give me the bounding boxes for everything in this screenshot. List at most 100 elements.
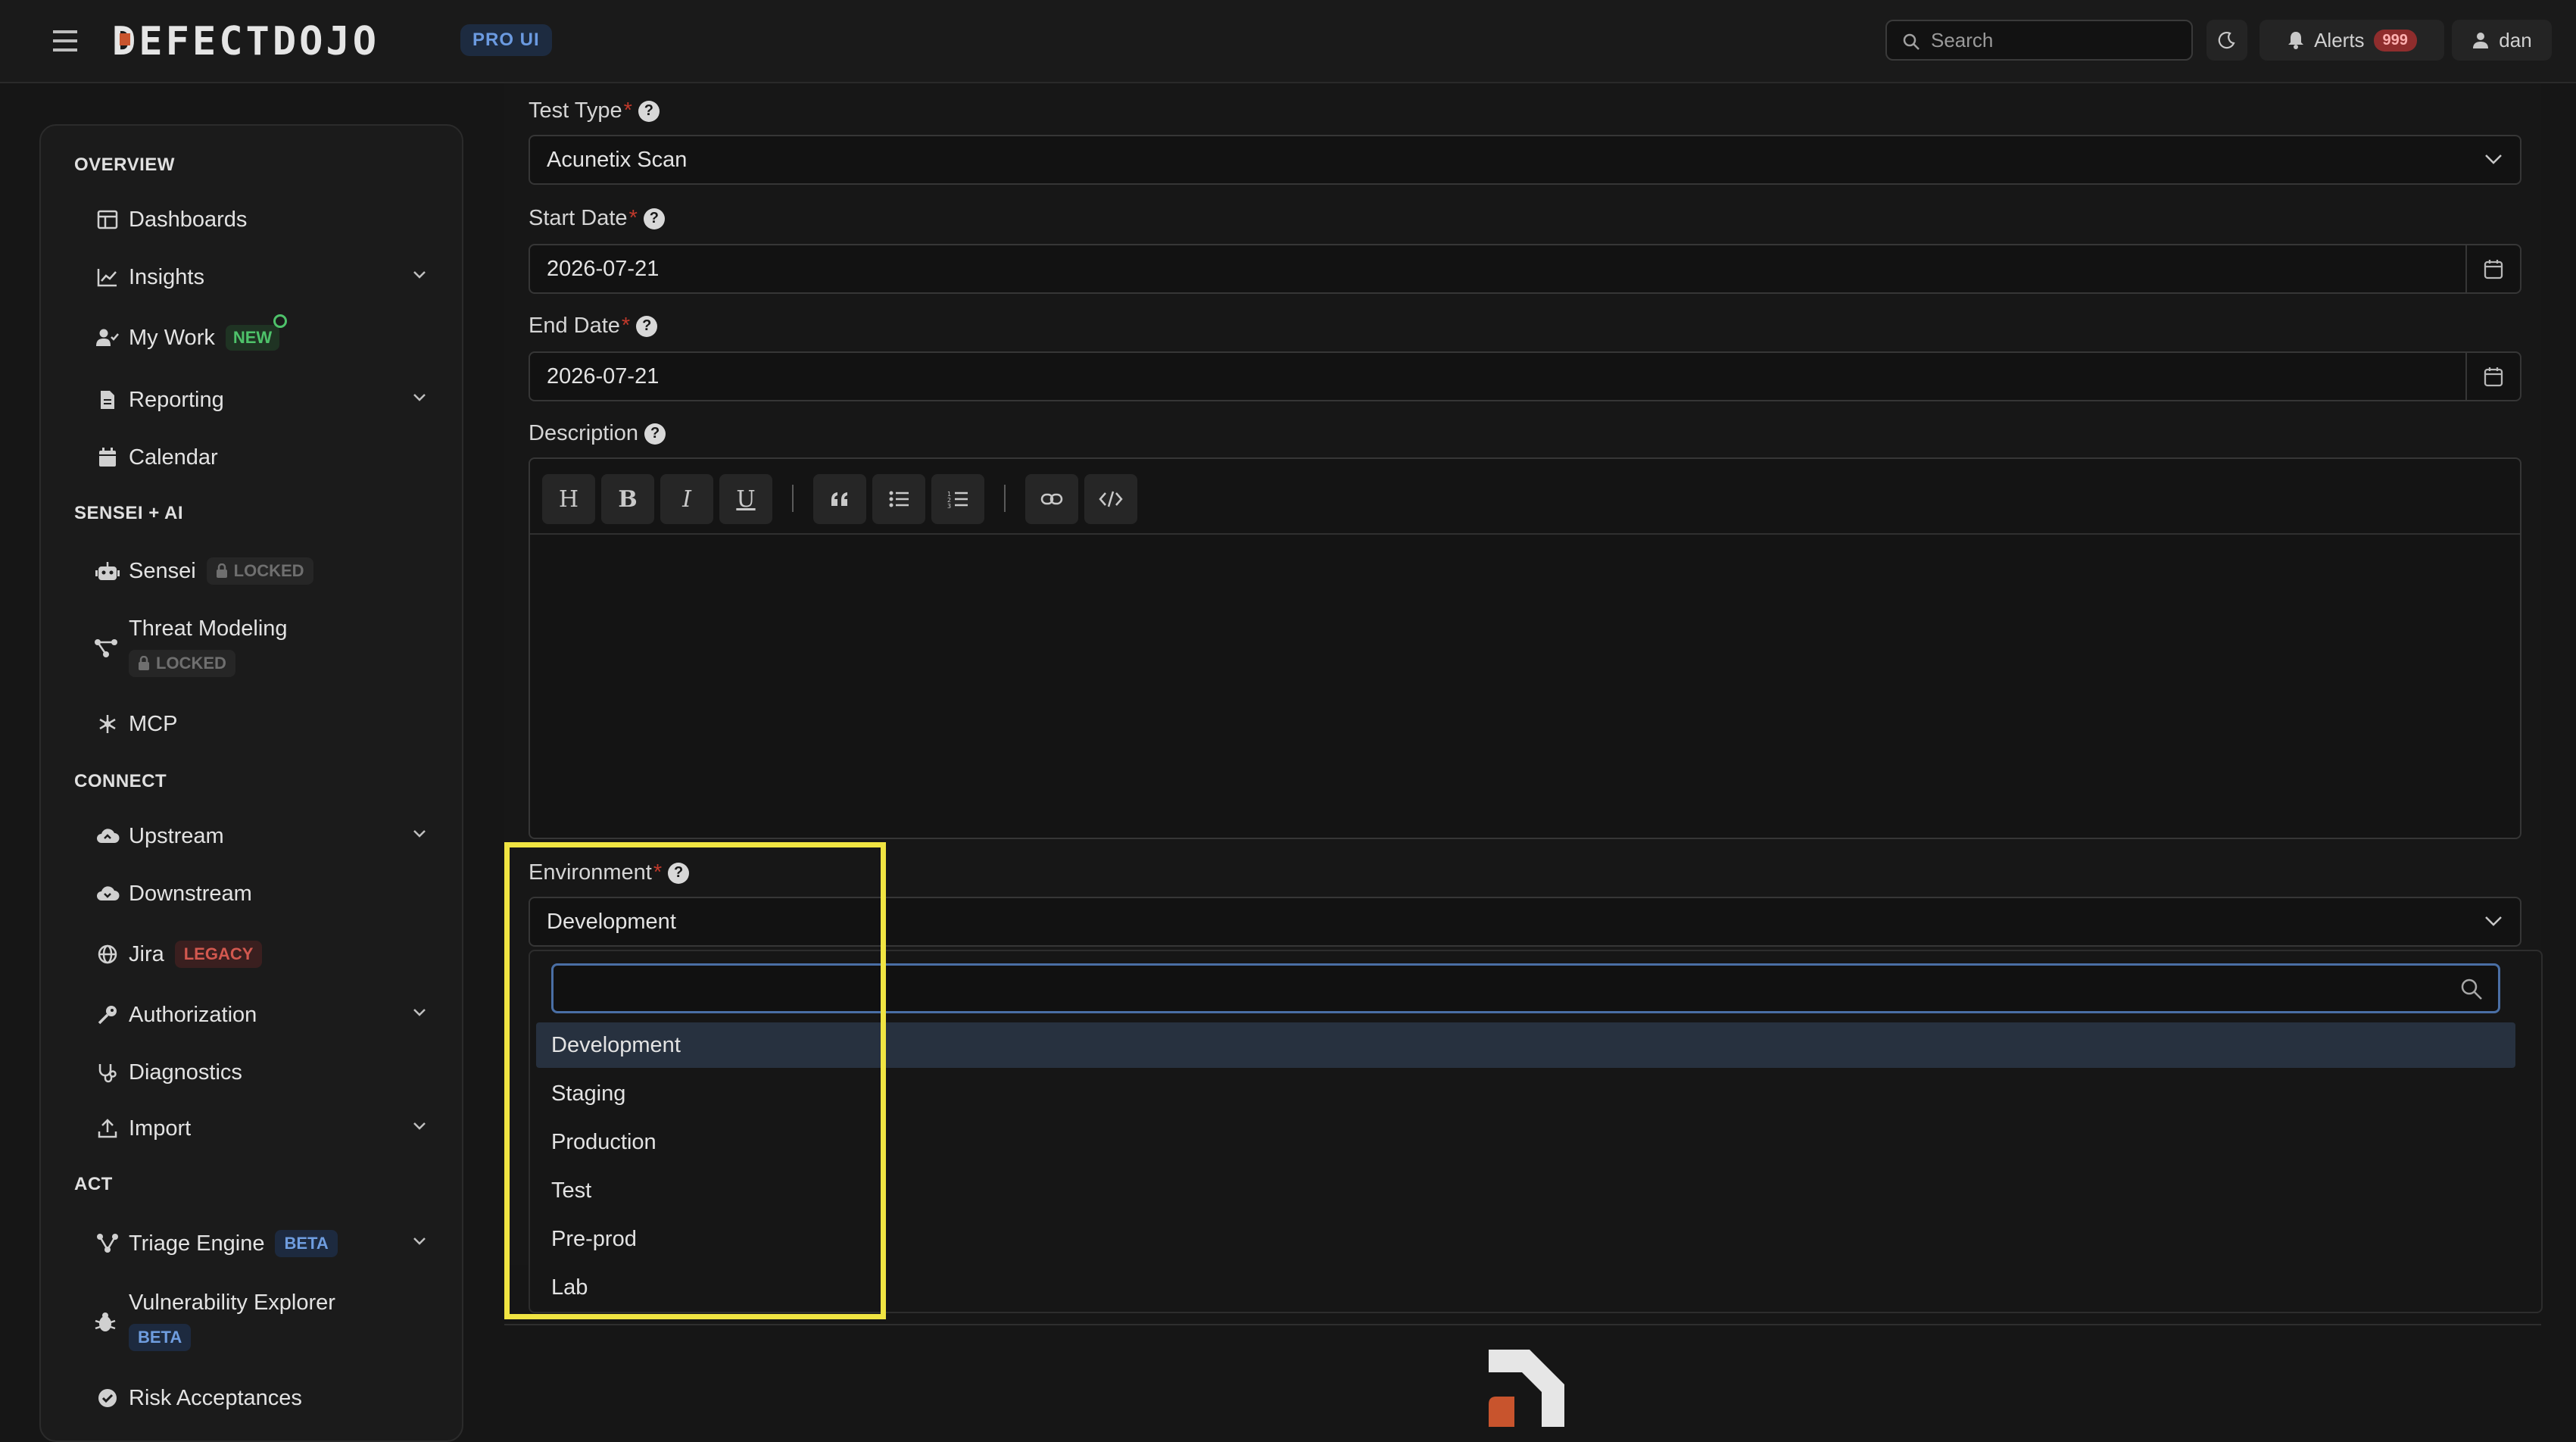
sidebar-item-calendar[interactable]: Calendar (94, 436, 427, 479)
start-date-input[interactable]: 2026-07-21 (529, 244, 2521, 294)
underline-button[interactable]: U (719, 474, 772, 524)
sidebar: OVERVIEW Dashboards Insights My Work NEW… (39, 124, 463, 1442)
environment-dropdown: Development Staging Production Test Pre-… (529, 950, 2543, 1313)
locked-badge: LOCKED (206, 557, 313, 585)
defectdojo-logo[interactable]: DEFECTDOJO (112, 20, 442, 62)
sidebar-item-import[interactable]: Import (94, 1107, 427, 1150)
sidebar-item-triage-engine[interactable]: Triage Engine BETA (94, 1222, 427, 1265)
sidebar-item-authorization[interactable]: Authorization (94, 994, 427, 1036)
chevron-down-icon[interactable] (412, 829, 427, 839)
description-editor: H B I U 123 (529, 457, 2521, 839)
sidebar-item-label: Sensei (129, 558, 196, 583)
toolbar-divider (1004, 485, 1006, 512)
help-icon[interactable]: ? (638, 100, 660, 122)
sidebar-item-diagnostics[interactable]: Diagnostics (94, 1051, 427, 1094)
chevron-down-icon[interactable] (412, 1007, 427, 1018)
chevron-down-icon[interactable] (412, 1121, 427, 1131)
calendar-picker-button[interactable] (2465, 245, 2520, 292)
pro-ui-badge: PRO UI (460, 24, 552, 56)
sidebar-item-threat-modeling[interactable]: Threat Modeling LOCKED (94, 616, 427, 685)
chevron-down-icon[interactable] (412, 270, 427, 280)
sidebar-item-sensei[interactable]: Sensei LOCKED (94, 550, 427, 592)
sidebar-item-upstream[interactable]: Upstream (94, 815, 427, 857)
sidebar-item-risk-acceptances[interactable]: Risk Acceptances (94, 1377, 427, 1419)
sidebar-item-insights[interactable]: Insights (94, 256, 427, 298)
help-icon[interactable]: ? (644, 423, 666, 445)
sidebar-item-label: MCP (129, 711, 178, 736)
svg-text:3: 3 (947, 503, 951, 508)
description-label: Description ? (529, 421, 666, 446)
dropdown-option-pre-prod[interactable]: Pre-prod (536, 1216, 2515, 1262)
code-button[interactable] (1084, 474, 1137, 524)
sidebar-item-label: Diagnostics (129, 1060, 242, 1085)
defectdojo-footer-logo (1487, 1348, 1566, 1427)
environment-select[interactable]: Development (529, 897, 2521, 947)
check-circle-icon (94, 1384, 121, 1412)
search-icon (2460, 978, 2483, 1000)
numbered-list-icon: 123 (947, 491, 968, 508)
sidebar-item-mcp[interactable]: MCP (94, 703, 427, 745)
sidebar-item-label: Calendar (129, 445, 218, 470)
sidebar-item-label: Reporting (129, 387, 224, 412)
dropdown-option-development[interactable]: Development (536, 1022, 2515, 1068)
beta-badge: BETA (275, 1230, 338, 1257)
sidebar-item-label: Insights (129, 264, 204, 289)
global-search[interactable] (1885, 20, 2193, 61)
chevron-down-icon[interactable] (412, 392, 427, 403)
divider (504, 1324, 2541, 1325)
dropdown-option-production[interactable]: Production (536, 1119, 2515, 1165)
quote-button[interactable] (813, 474, 866, 524)
dropdown-search-field[interactable] (551, 963, 2500, 1013)
sidebar-item-label: Import (129, 1116, 192, 1141)
user-name: dan (2499, 28, 2532, 52)
user-menu-button[interactable]: dan (2452, 20, 2552, 61)
help-icon[interactable]: ? (668, 862, 690, 884)
dropdown-option-staging[interactable]: Staging (536, 1071, 2515, 1116)
bold-button[interactable]: B (601, 474, 654, 524)
sidebar-item-dashboards[interactable]: Dashboards (94, 198, 427, 241)
code-icon (1099, 491, 1123, 507)
toolbar-divider (792, 485, 794, 512)
calendar-picker-button[interactable] (2465, 353, 2520, 400)
sidebar-item-reporting[interactable]: Reporting (94, 379, 427, 421)
help-icon[interactable]: ? (643, 208, 665, 229)
section-heading-act: ACT (74, 1174, 113, 1194)
sidebar-item-jira[interactable]: Jira LEGACY (94, 933, 427, 975)
alerts-count-badge: 999 (2373, 29, 2417, 52)
heading-button[interactable]: H (542, 474, 595, 524)
user-icon (2472, 31, 2490, 49)
dropdown-search-input[interactable] (554, 966, 2431, 1011)
sidebar-item-downstream[interactable]: Downstream (94, 872, 427, 915)
alerts-button[interactable]: Alerts 999 (2259, 20, 2444, 61)
link-button[interactable] (1025, 474, 1078, 524)
sidebar-item-label: Triage Engine (129, 1231, 265, 1256)
dashboard-icon (94, 206, 121, 233)
sidebar-item-vulnerability-explorer[interactable]: Vulnerability Explorer BETA (94, 1291, 427, 1359)
alerts-label: Alerts (2314, 28, 2365, 52)
cloud-download-icon (94, 880, 121, 907)
numbered-list-button[interactable]: 123 (931, 474, 984, 524)
locked-badge: LOCKED (129, 650, 235, 677)
bullet-list-button[interactable] (872, 474, 925, 524)
quote-icon (831, 492, 847, 506)
test-type-select[interactable]: Acunetix Scan (529, 135, 2521, 185)
help-icon[interactable]: ? (636, 315, 658, 337)
dropdown-option-lab[interactable]: Lab (536, 1265, 2515, 1310)
upload-icon (94, 1115, 121, 1142)
sidebar-item-label: Upstream (129, 823, 224, 848)
description-textarea[interactable] (530, 536, 2520, 839)
end-date-value: 2026-07-21 (547, 364, 660, 389)
sidebar-item-my-work[interactable]: My Work NEW (94, 314, 427, 359)
menu-icon[interactable] (51, 27, 80, 55)
top-bar: DEFECTDOJO PRO UI Alerts 999 dan (0, 0, 2576, 83)
theme-toggle-button[interactable] (2206, 20, 2247, 61)
calendar-icon (2484, 260, 2503, 279)
editor-toolbar: H B I U 123 (530, 459, 2520, 535)
italic-button[interactable]: I (660, 474, 713, 524)
search-input[interactable] (1929, 21, 2187, 59)
calendar-icon (2484, 367, 2503, 387)
end-date-input[interactable]: 2026-07-21 (529, 351, 2521, 401)
new-badge: NEW (225, 314, 288, 351)
chevron-down-icon[interactable] (412, 1236, 427, 1247)
dropdown-option-test[interactable]: Test (536, 1168, 2515, 1213)
